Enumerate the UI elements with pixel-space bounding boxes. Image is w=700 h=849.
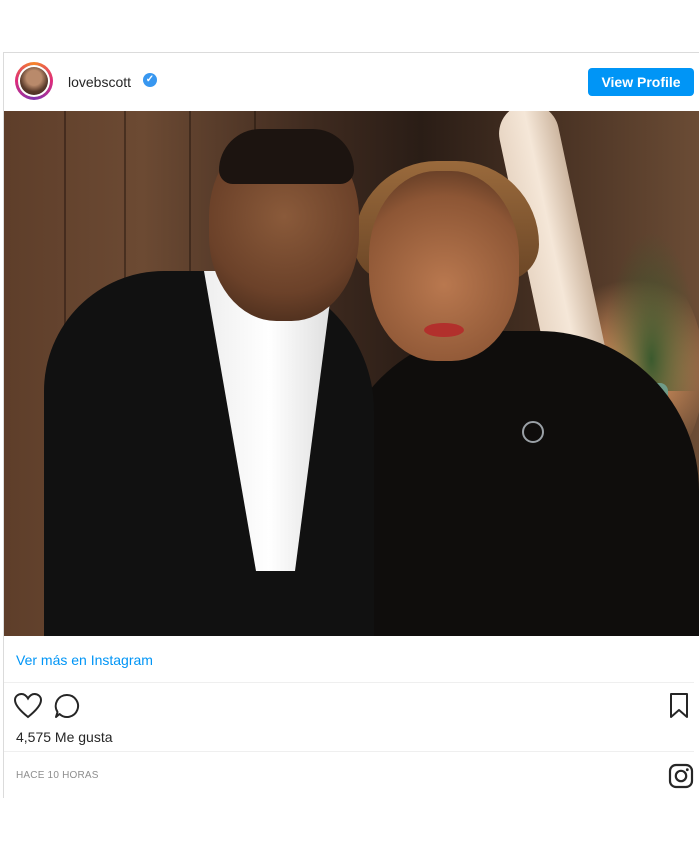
view-profile-button[interactable]: View Profile: [588, 68, 694, 96]
post-timestamp: HACE 10 HORAS: [16, 770, 99, 781]
verified-badge-icon: ✓: [143, 73, 157, 87]
heart-icon[interactable]: [14, 693, 42, 719]
divider: [4, 751, 694, 752]
likes-count[interactable]: 4,575 Me gusta: [16, 729, 113, 745]
comment-icon[interactable]: [54, 693, 80, 719]
username-link[interactable]: lovebscott: [68, 74, 131, 90]
instagram-icon[interactable]: [668, 763, 694, 789]
bookmark-icon[interactable]: [668, 693, 690, 719]
instagram-embed-card: lovebscott ✓ View Profile Ver más en Ins…: [3, 52, 699, 798]
post-header: lovebscott ✓ View Profile: [4, 53, 699, 111]
divider: [4, 682, 694, 683]
avatar[interactable]: [15, 62, 53, 100]
see-more-on-instagram-link[interactable]: Ver más en Instagram: [16, 652, 153, 668]
post-photo[interactable]: [4, 111, 699, 636]
avatar-image: [18, 65, 50, 97]
